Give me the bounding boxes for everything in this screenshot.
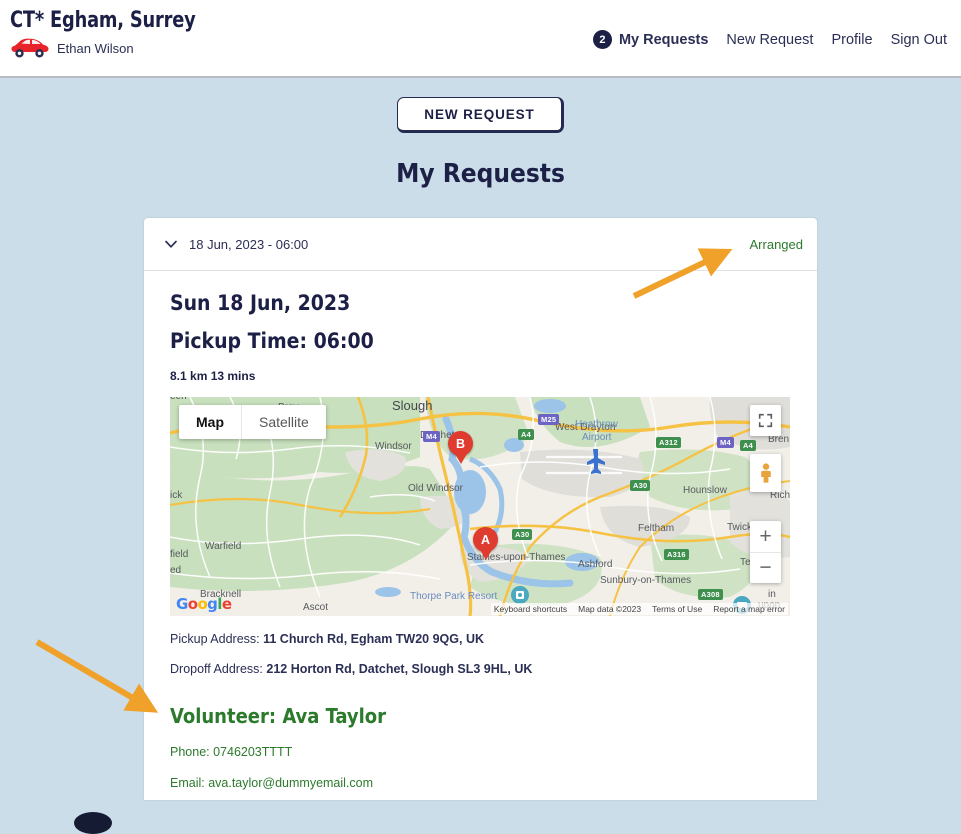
zoom-in-button[interactable]: + — [750, 521, 781, 552]
request-accordion-header[interactable]: 18 Jun, 2023 - 06:00 Arranged — [144, 218, 817, 271]
google-logo: Google — [176, 595, 232, 613]
fullscreen-icon[interactable] — [750, 405, 781, 436]
current-user-name: Ethan Wilson — [57, 40, 134, 56]
route-map[interactable]: SloughBrayWest DraytonWindsorDatchetHeat… — [170, 397, 790, 616]
map-terms-of-use-link[interactable]: Terms of Use — [652, 604, 702, 614]
new-request-button-row: NEW REQUEST — [0, 97, 961, 133]
volunteer-block: Volunteer: Ava Taylor Phone: 0746203TTTT… — [170, 704, 791, 790]
map-label: Old Windsor — [408, 483, 464, 494]
volunteer-email: Email: ava.taylor@dummyemail.com — [170, 776, 374, 790]
nav-link-my-requests[interactable]: My Requests — [619, 32, 708, 48]
main-navigation: 2 My Requests New Request Profile Sign O… — [592, 30, 947, 49]
request-pickup-time: Pickup Time: 06:00 — [170, 329, 374, 353]
map-road-badge: A4 — [518, 429, 534, 440]
map-label: Feltham — [638, 523, 675, 534]
chevron-down-icon[interactable] — [164, 237, 178, 251]
google-logo-letter: e — [221, 595, 232, 613]
google-logo-letter: o — [187, 595, 198, 613]
dropoff-address-row: Dropoff Address: 212 Horton Rd, Datchet,… — [170, 662, 791, 676]
map-marker-a[interactable]: A — [473, 527, 498, 561]
map-label: Ashford — [578, 559, 613, 570]
street-view-person-icon[interactable] — [750, 454, 781, 492]
map-label: Warfield — [205, 541, 242, 552]
google-logo-letter: G — [176, 595, 188, 613]
map-label: Twick — [727, 522, 752, 533]
map-label: Ascot — [303, 602, 329, 613]
map-road-badge: A316 — [664, 549, 689, 560]
nav-link-profile[interactable]: Profile — [831, 32, 872, 48]
volunteer-name: Volunteer: Ava Taylor — [170, 704, 387, 728]
request-distance-duration: 8.1 km 13 mins — [170, 369, 256, 383]
map-keyboard-shortcuts-link[interactable]: Keyboard shortcuts — [494, 604, 567, 614]
map-zoom-controls[interactable]: + − — [750, 521, 781, 583]
map-label: Airport — [582, 432, 612, 443]
cursor-artifact — [74, 812, 112, 834]
page-title: My Requests — [396, 159, 565, 189]
map-road-badge: M4 — [717, 437, 734, 448]
volunteer-phone: Phone: 0746203TTTT — [170, 745, 293, 759]
map-road-badge: A30 — [512, 529, 533, 540]
pickup-address-value: 11 Church Rd, Egham TW20 9QG, UK — [263, 632, 484, 646]
map-label: Slough — [392, 398, 433, 413]
nav-link-new-request[interactable]: New Request — [726, 32, 813, 48]
map-report-error-link[interactable]: Report a map error — [713, 604, 785, 614]
map-road-badge: A4 — [740, 440, 756, 451]
dropoff-address-value: 212 Horton Rd, Datchet, Slough SL3 9HL, … — [266, 662, 533, 676]
map-marker-b[interactable]: B — [448, 431, 473, 465]
map-road-badge: M25 — [538, 414, 560, 425]
request-card-body: Sun 18 Jun, 2023 Pickup Time: 06:00 8.1 … — [144, 271, 817, 800]
map-data-copyright: Map data ©2023 — [578, 604, 642, 614]
map-type-control[interactable]: Map Satellite — [179, 405, 326, 439]
top-header-bar: CT* Egham, Surrey Ethan Wilson 2 My Requ… — [0, 0, 961, 78]
nav-link-sign-out[interactable]: Sign Out — [891, 32, 947, 48]
map-footer-links: Keyboard shortcuts Map data ©2023 Terms … — [490, 603, 788, 615]
dropoff-address-label: Dropoff Address: — [170, 662, 263, 676]
map-label: ed — [170, 565, 182, 576]
map-type-map-button[interactable]: Map — [179, 405, 241, 439]
google-logo-letter: g — [207, 595, 218, 613]
map-label: een — [170, 397, 187, 402]
map-marker-tip — [478, 548, 493, 560]
requests-count-badge: 2 — [592, 30, 612, 49]
map-road-badge: A308 — [698, 589, 723, 600]
map-label: Windsor — [375, 441, 412, 452]
brand-title: CT* Egham, Surrey — [10, 8, 196, 33]
current-user-row: Ethan Wilson — [10, 37, 216, 59]
map-label: Hounslow — [683, 485, 727, 496]
map-label: Sunbury-on-Thames — [600, 575, 692, 586]
google-logo-letter: o — [197, 595, 208, 613]
map-road-badge: A312 — [656, 437, 681, 448]
pickup-address-row: Pickup Address: 11 Church Rd, Egham TW20… — [170, 632, 791, 646]
map-label: in — [768, 589, 776, 600]
zoom-out-button[interactable]: − — [750, 552, 781, 583]
arrow-to-volunteer-annotation — [35, 639, 159, 713]
map-road-badge: A30 — [630, 480, 651, 491]
map-label: field — [170, 549, 189, 560]
request-date-long: Sun 18 Jun, 2023 — [170, 291, 351, 315]
brand-block: CT* Egham, Surrey Ethan Wilson — [10, 8, 216, 59]
map-type-satellite-button[interactable]: Satellite — [241, 405, 326, 439]
request-card: 18 Jun, 2023 - 06:00 Arranged Sun 18 Jun… — [144, 218, 817, 800]
status-badge: Arranged — [749, 236, 803, 252]
map-label: Thorpe Park Resort — [410, 591, 498, 602]
car-icon — [10, 37, 50, 59]
request-date-summary: 18 Jun, 2023 - 06:00 — [189, 236, 309, 252]
nav-item-my-requests[interactable]: 2 My Requests — [592, 30, 708, 49]
new-request-button[interactable]: NEW REQUEST — [397, 97, 564, 133]
map-label: ick — [170, 490, 183, 501]
map-road-badge: M4 — [423, 431, 440, 442]
pickup-address-label: Pickup Address: — [170, 632, 260, 646]
map-marker-tip — [453, 452, 468, 464]
map-label: Heathrow — [575, 419, 618, 430]
